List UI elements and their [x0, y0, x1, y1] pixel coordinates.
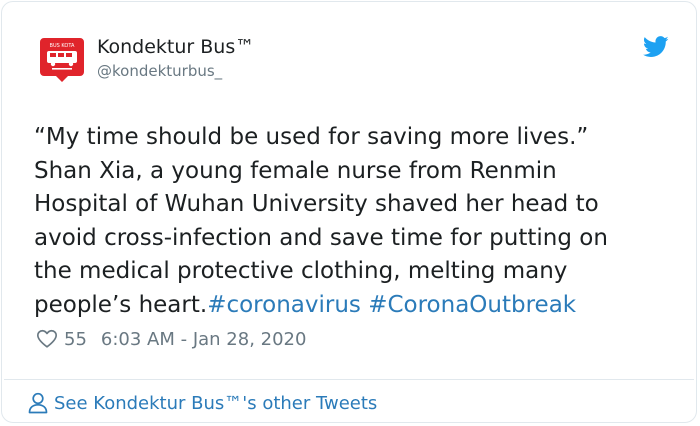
tweet-line: “My time should be used for saving more … — [34, 124, 589, 150]
divider — [4, 379, 694, 380]
hashtag-link[interactable]: #coronavirus — [207, 292, 361, 318]
hashtag-link[interactable]: #CoronaOutbreak — [368, 292, 576, 318]
like-count[interactable]: 55 — [64, 329, 87, 350]
person-icon — [28, 392, 48, 414]
tweet-text: “My time should be used for saving more … — [34, 121, 664, 322]
tweet-line-text: people’s heart. — [34, 291, 208, 318]
tweet-timestamp[interactable]: 6:03 AM - Jan 28, 2020 — [101, 329, 307, 350]
avatar[interactable]: BUS KOTA — [38, 36, 86, 84]
author-block[interactable]: Kondektur Bus™ @kondekturbus_ — [97, 35, 254, 81]
tweet-line-last: people’s heart.#coronavirus #CoronaOutbr… — [34, 289, 664, 323]
tweet-line: Hospital of Wuhan University shaved her … — [34, 191, 599, 217]
see-other-tweets-label[interactable]: See Kondektur Bus™'s other Tweets — [54, 393, 377, 414]
heart-icon[interactable] — [36, 328, 58, 350]
author-name[interactable]: Kondektur Bus™ — [97, 35, 254, 59]
tweet-line: Shan Xia, a young female nurse from Renm… — [34, 157, 557, 184]
tweet-line: the medical protective clothing, melting… — [34, 258, 568, 284]
tweet-card: BUS KOTA Kondektur Bus™ @kondekturbus_ “… — [1, 1, 697, 423]
see-other-tweets-link[interactable]: See Kondektur Bus™'s other Tweets — [28, 391, 377, 415]
twitter-bird-icon[interactable] — [643, 36, 669, 58]
avatar-label: BUS KOTA — [50, 43, 75, 49]
tweet-line: avoid cross-infection and save time for … — [34, 224, 608, 251]
tweet-meta: 55 6:03 AM - Jan 28, 2020 — [36, 327, 306, 351]
author-handle[interactable]: @kondekturbus_ — [97, 61, 254, 81]
